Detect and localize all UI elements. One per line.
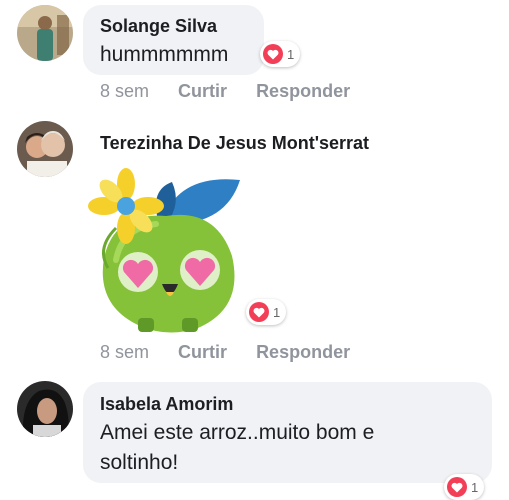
reaction-count: 1 bbox=[287, 46, 295, 62]
reply-button[interactable]: Responder bbox=[256, 81, 350, 101]
comment-author[interactable]: Isabela Amorim bbox=[100, 394, 233, 415]
comment-time[interactable]: 8 sem bbox=[100, 342, 149, 362]
comment-text-line-2: soltinho! bbox=[100, 451, 179, 474]
reply-button[interactable]: Responder bbox=[256, 342, 350, 362]
green-apple-heart-eyes-sticker-icon bbox=[88, 168, 240, 333]
comment-text: hummmmmm bbox=[100, 43, 229, 66]
avatar-photo-icon bbox=[17, 381, 73, 437]
reaction-summary[interactable]: 1 bbox=[444, 474, 485, 500]
love-reaction-icon bbox=[263, 44, 283, 64]
comment-author[interactable]: Terezinha De Jesus Mont'serrat bbox=[100, 133, 369, 154]
avatar[interactable] bbox=[17, 5, 73, 61]
comment-meta: 8 sem Curtir Responder bbox=[100, 342, 350, 363]
avatar-photo-icon bbox=[17, 121, 73, 177]
love-reaction-icon bbox=[447, 477, 467, 497]
reaction-summary[interactable]: 1 bbox=[246, 299, 287, 325]
avatar[interactable] bbox=[17, 381, 73, 437]
reaction-summary[interactable]: 1 bbox=[260, 41, 301, 67]
comment-author[interactable]: Solange Silva bbox=[100, 16, 217, 37]
sticker[interactable] bbox=[86, 168, 246, 336]
like-button[interactable]: Curtir bbox=[178, 81, 227, 101]
comment-meta: 8 sem Curtir Responder bbox=[100, 81, 350, 102]
reaction-count: 1 bbox=[273, 304, 281, 320]
avatar[interactable] bbox=[17, 121, 73, 177]
love-reaction-icon bbox=[249, 302, 269, 322]
comment-text-line-1: Amei este arroz..muito bom e bbox=[100, 421, 375, 444]
like-button[interactable]: Curtir bbox=[178, 342, 227, 362]
reaction-count: 1 bbox=[471, 479, 479, 495]
comment-time[interactable]: 8 sem bbox=[100, 81, 149, 101]
avatar-photo-icon bbox=[17, 5, 73, 61]
